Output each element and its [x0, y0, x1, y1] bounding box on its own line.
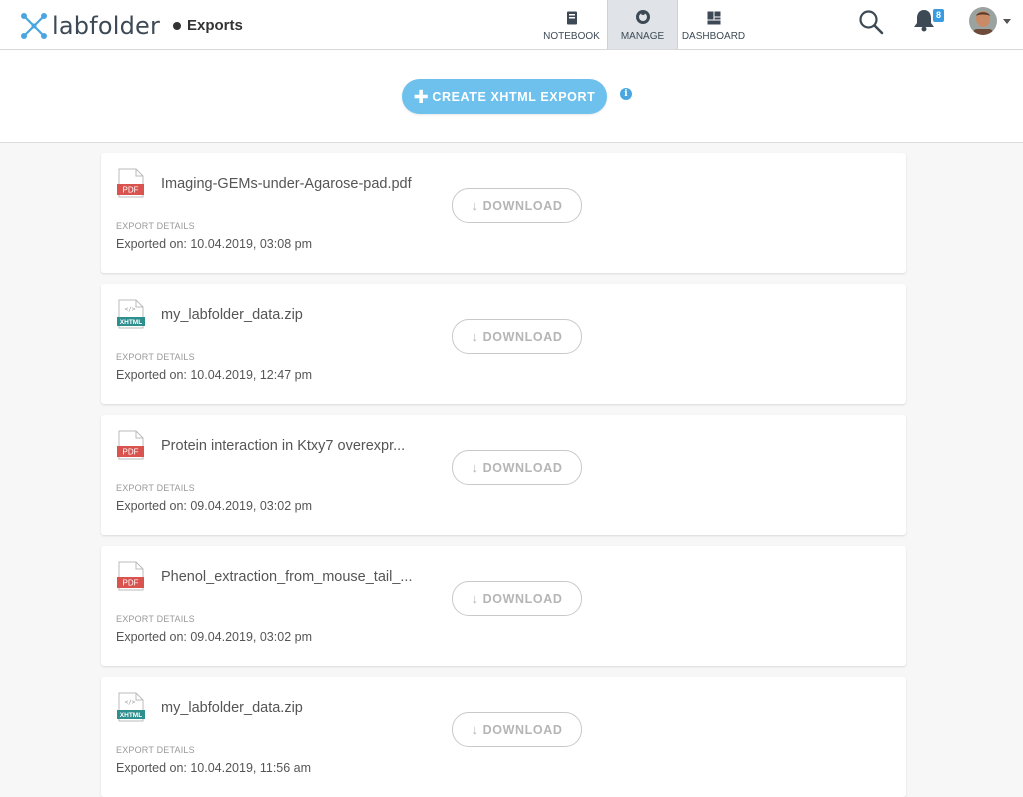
download-label: DOWNLOAD [482, 722, 563, 737]
download-label: DOWNLOAD [482, 329, 563, 344]
export-file-name: Imaging-GEMs-under-Agarose-pad.pdf [161, 176, 412, 192]
arrow-down-icon: ↓ [471, 198, 479, 213]
pdf-file-icon: PDF [117, 168, 144, 198]
top-bar: labfolder Exports NOTEBOOK MANAGE DASHBO… [0, 0, 1023, 50]
xhtml-file-icon: </> XHTML [117, 299, 145, 329]
export-card: PDF Imaging-GEMs-under-Agarose-pad.pdf E… [101, 153, 906, 273]
notification-count-badge: 8 [933, 9, 944, 22]
file-type-label: PDF [123, 579, 139, 588]
exported-date: Exported on: 09.04.2019, 03:02 pm [116, 499, 312, 513]
exported-date: Exported on: 09.04.2019, 03:02 pm [116, 630, 312, 644]
arrow-down-icon: ↓ [471, 591, 479, 606]
breadcrumb: Exports [173, 17, 243, 34]
file-type-label: PDF [123, 448, 139, 457]
search-button[interactable] [858, 9, 884, 40]
user-menu[interactable] [969, 7, 1011, 35]
download-button[interactable]: ↓ DOWNLOAD [452, 581, 582, 616]
export-file-name: my_labfolder_data.zip [161, 700, 303, 716]
file-type-label: XHTML [120, 319, 142, 326]
create-xhtml-export-button[interactable]: ✚ CREATE XHTML EXPORT [402, 79, 607, 114]
arrow-down-icon: ↓ [471, 722, 479, 737]
nav-dashboard[interactable]: DASHBOARD [678, 0, 749, 49]
export-file-name: Protein interaction in Ktxy7 overexpr... [161, 438, 406, 454]
page-title: Exports [187, 17, 243, 34]
notebook-icon [566, 11, 577, 25]
nav-manage[interactable]: MANAGE [607, 0, 678, 49]
pdf-file-icon: PDF [117, 430, 144, 460]
plus-icon: ✚ [413, 86, 430, 107]
download-button[interactable]: ↓ DOWNLOAD [452, 712, 582, 747]
svg-text:</>: </> [125, 699, 136, 706]
download-label: DOWNLOAD [482, 460, 563, 475]
labfolder-logo[interactable]: labfolder [20, 12, 160, 40]
download-button[interactable]: ↓ DOWNLOAD [452, 188, 582, 223]
main-nav: NOTEBOOK MANAGE DASHBOARD [536, 0, 749, 49]
export-details-label: EXPORT DETAILS [116, 614, 195, 624]
chevron-down-icon [1003, 18, 1011, 24]
exported-date: Exported on: 10.04.2019, 12:47 pm [116, 368, 312, 382]
file-type-label: PDF [123, 186, 139, 195]
export-card: PDF Protein interaction in Ktxy7 overexp… [101, 415, 906, 535]
create-export-bar: ✚ CREATE XHTML EXPORT i [0, 50, 1023, 143]
create-xhtml-export-label: CREATE XHTML EXPORT [432, 89, 596, 104]
nav-notebook[interactable]: NOTEBOOK [536, 0, 607, 49]
export-card: </> XHTML my_labfolder_data.zip EXPORT D… [101, 677, 906, 797]
exported-date: Exported on: 10.04.2019, 03:08 pm [116, 237, 312, 251]
logo-text: labfolder [52, 12, 161, 40]
svg-text:</>: </> [125, 306, 136, 313]
download-label: DOWNLOAD [482, 198, 563, 213]
pdf-file-icon: PDF [117, 561, 144, 591]
export-details-label: EXPORT DETAILS [116, 221, 195, 231]
export-details-label: EXPORT DETAILS [116, 483, 195, 493]
export-card: PDF Phenol_extraction_from_mouse_tail_..… [101, 546, 906, 666]
download-label: DOWNLOAD [482, 591, 563, 606]
avatar [969, 7, 997, 35]
export-file-name: my_labfolder_data.zip [161, 307, 303, 323]
arrow-down-icon: ↓ [471, 460, 479, 475]
notifications-button[interactable]: 8 [912, 8, 944, 37]
arrow-down-icon: ↓ [471, 329, 479, 344]
search-icon [859, 10, 884, 35]
nav-notebook-label: NOTEBOOK [543, 31, 600, 42]
breadcrumb-dot-icon [173, 21, 181, 30]
labfolder-logo-icon [21, 13, 47, 39]
dashboard-icon [707, 11, 720, 25]
download-button[interactable]: ↓ DOWNLOAD [452, 450, 582, 485]
export-file-name: Phenol_extraction_from_mouse_tail_... [161, 569, 413, 585]
manage-icon [635, 10, 650, 24]
nav-manage-label: MANAGE [620, 31, 665, 42]
info-icon[interactable]: i [620, 88, 632, 100]
export-details-label: EXPORT DETAILS [116, 352, 195, 362]
nav-dashboard-label: DASHBOARD [681, 31, 746, 42]
file-type-label: XHTML [120, 712, 142, 719]
download-button[interactable]: ↓ DOWNLOAD [452, 319, 582, 354]
export-card: </> XHTML my_labfolder_data.zip EXPORT D… [101, 284, 906, 404]
export-details-label: EXPORT DETAILS [116, 745, 195, 755]
exported-date: Exported on: 10.04.2019, 11:56 am [116, 761, 312, 775]
xhtml-file-icon: </> XHTML [117, 692, 145, 722]
